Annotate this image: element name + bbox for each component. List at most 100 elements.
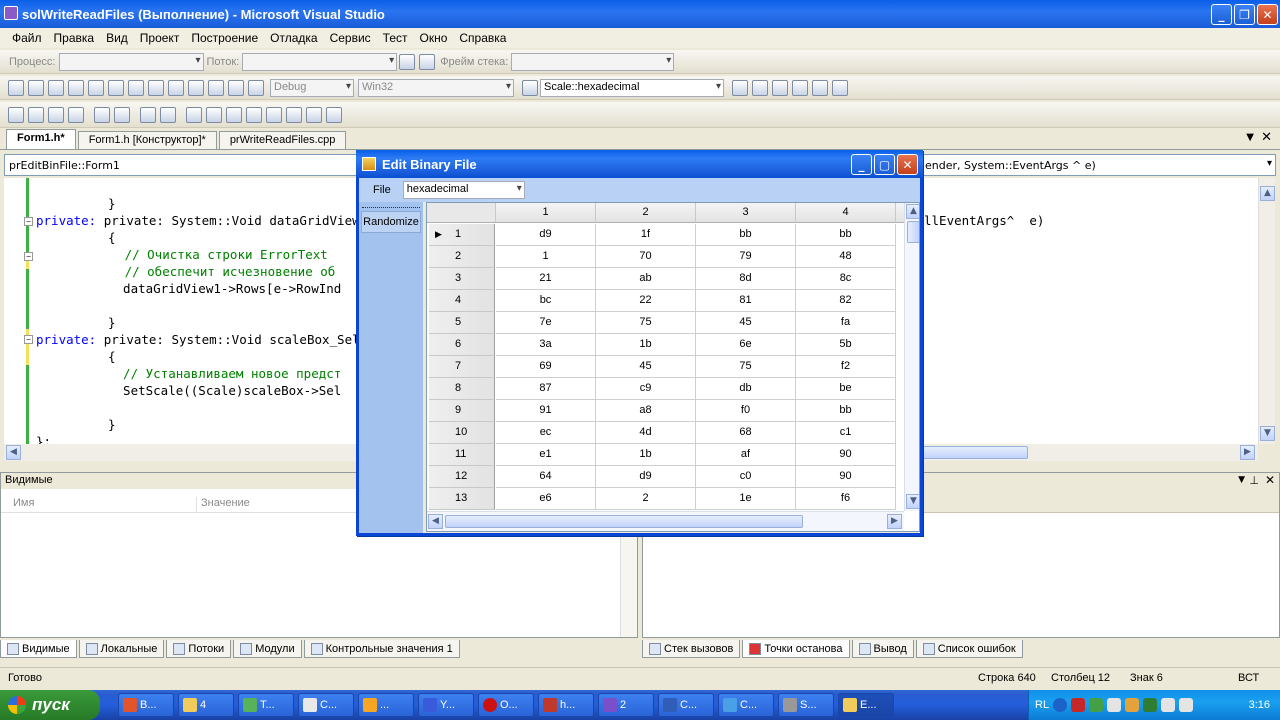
grid-cell[interactable]: 45	[696, 312, 796, 334]
grid-cell[interactable]: 90	[796, 444, 896, 466]
tab-autos[interactable]: Видимые	[0, 640, 77, 658]
solution-explorer-icon[interactable]	[732, 79, 748, 96]
grid-cell[interactable]: db	[696, 378, 796, 400]
editor-vertical-scrollbar[interactable]: ▲ ▼	[1258, 178, 1275, 444]
grid-cell[interactable]: 81	[696, 290, 796, 312]
taskbar-item[interactable]: 4	[178, 693, 234, 717]
start-page-icon[interactable]	[812, 79, 828, 96]
grid-cell[interactable]: 1f	[596, 224, 696, 246]
solution-platform-combo[interactable]: Win32	[358, 78, 514, 97]
grid-cell[interactable]: 75	[596, 312, 696, 334]
navigate-backward-icon[interactable]	[208, 79, 224, 96]
row-header[interactable]: 9	[429, 400, 495, 422]
find-combo[interactable]: Scale::hexadecimal	[540, 78, 724, 97]
grid-cell[interactable]: 64	[496, 466, 596, 488]
grid-cell[interactable]: 21	[496, 268, 596, 290]
grid-cell[interactable]: f0	[696, 400, 796, 422]
tab-threads[interactable]: Потоки	[166, 640, 232, 658]
tab-locals[interactable]: Локальные	[78, 640, 165, 658]
filter-toggle-icon[interactable]	[419, 53, 436, 70]
tray-icon[interactable]	[1125, 698, 1140, 712]
taskbar-item[interactable]: Т...	[238, 693, 294, 717]
grid-horizontal-scrollbar[interactable]: ◀ ▶	[427, 511, 904, 531]
tray-icon[interactable]	[1053, 698, 1068, 712]
grid-cell[interactable]: ab	[596, 268, 696, 290]
new-project-icon[interactable]	[8, 79, 24, 96]
grid-cell[interactable]: 7e	[496, 312, 596, 334]
grid-cell[interactable]: 87	[496, 378, 596, 400]
grid-cell[interactable]: 4d	[596, 422, 696, 444]
grid-cell[interactable]: fa	[796, 312, 896, 334]
tab-breakpoints[interactable]: Точки останова	[742, 640, 850, 658]
column-header[interactable]: 1	[496, 203, 596, 223]
dialog-maximize-button[interactable]: ▢	[874, 154, 895, 175]
row-header[interactable]: 8	[429, 378, 495, 400]
tray-icon[interactable]	[1143, 698, 1158, 712]
grid-cell[interactable]: e1	[496, 444, 596, 466]
cut-icon[interactable]	[108, 79, 124, 96]
grid-cell[interactable]: 1	[496, 246, 596, 268]
grid-cell[interactable]: f6	[796, 488, 896, 510]
taskbar-item[interactable]: C...	[658, 693, 714, 717]
toolbox-icon[interactable]	[792, 79, 808, 96]
save-all-icon[interactable]	[88, 79, 104, 96]
grid-cell[interactable]: 1b	[596, 334, 696, 356]
grid-cell[interactable]: 6e	[696, 334, 796, 356]
grid-cell[interactable]: f2	[796, 356, 896, 378]
grid-scroll-left-icon[interactable]: ◀	[428, 514, 443, 529]
grid-cell[interactable]: 79	[696, 246, 796, 268]
align-tops-icon[interactable]	[68, 106, 84, 123]
volume-icon[interactable]	[1179, 698, 1194, 712]
grid-cell[interactable]: 1e	[696, 488, 796, 510]
redo-icon[interactable]	[188, 79, 204, 96]
row-header[interactable]: 7	[429, 356, 495, 378]
grid-cell[interactable]: bb	[796, 224, 896, 246]
grid-cell[interactable]: be	[796, 378, 896, 400]
column-header[interactable]: 2	[596, 203, 696, 223]
scroll-right-icon[interactable]: ▶	[1240, 445, 1255, 460]
randomize-button[interactable]: Randomize	[361, 211, 421, 233]
menu-tools[interactable]: Сервис	[324, 31, 377, 45]
taskbar-item[interactable]: h...	[538, 693, 594, 717]
command-window-icon[interactable]	[832, 79, 848, 96]
taskbar-item[interactable]: В...	[118, 693, 174, 717]
save-icon[interactable]	[68, 79, 84, 96]
grid-scroll-down-icon[interactable]: ▼	[906, 494, 919, 509]
column-value[interactable]: Значение	[197, 497, 250, 512]
grid-cell[interactable]: 5b	[796, 334, 896, 356]
row-header[interactable]: 3	[429, 268, 495, 290]
outdent-icon[interactable]	[114, 106, 130, 123]
thread-combo[interactable]	[242, 52, 398, 71]
grid-cell[interactable]: d9	[596, 466, 696, 488]
tray-icon[interactable]	[1107, 698, 1122, 712]
grid-cell[interactable]: 8d	[696, 268, 796, 290]
align-centers-icon[interactable]	[28, 106, 44, 123]
binary-data-grid[interactable]: 1 2 3 4 ▶ 1 d9 1f bb bb 2 1 70 79 48 3 21…	[426, 202, 920, 532]
panel-close-icon[interactable]: ✕	[1265, 473, 1275, 487]
close-document-icon[interactable]: ✕	[1261, 130, 1272, 145]
taskbar-item[interactable]: O...	[478, 693, 534, 717]
menu-test[interactable]: Тест	[377, 31, 414, 45]
copy-icon[interactable]	[128, 79, 144, 96]
indent-icon[interactable]	[94, 106, 110, 123]
grid-corner[interactable]	[427, 203, 496, 223]
tray-icon[interactable]	[1071, 698, 1086, 712]
menu-file[interactable]: Файл	[6, 31, 48, 45]
member-combo[interactable]: ender, System::EventArgs ^ e)	[925, 159, 1096, 172]
align-rights-icon[interactable]	[48, 106, 64, 123]
add-item-icon[interactable]	[28, 79, 44, 96]
grid-cell[interactable]: 91	[496, 400, 596, 422]
tray-icon[interactable]	[1161, 698, 1176, 712]
close-button[interactable]: ✕	[1257, 4, 1278, 25]
stack-frame-combo[interactable]	[511, 52, 675, 71]
grid-cell[interactable]: 8c	[796, 268, 896, 290]
grid-cell[interactable]: a8	[596, 400, 696, 422]
next-bookmark-folder-icon[interactable]	[266, 106, 282, 123]
menu-window[interactable]: Окно	[414, 31, 454, 45]
dialog-menu-file[interactable]: File	[369, 184, 395, 196]
grid-vertical-scrollbar[interactable]: ▲ ▼	[904, 203, 919, 511]
tray-icon[interactable]	[1089, 698, 1104, 712]
row-header[interactable]: 5	[429, 312, 495, 334]
collapse-icon[interactable]: −	[24, 252, 33, 261]
column-name[interactable]: Имя	[1, 497, 197, 512]
